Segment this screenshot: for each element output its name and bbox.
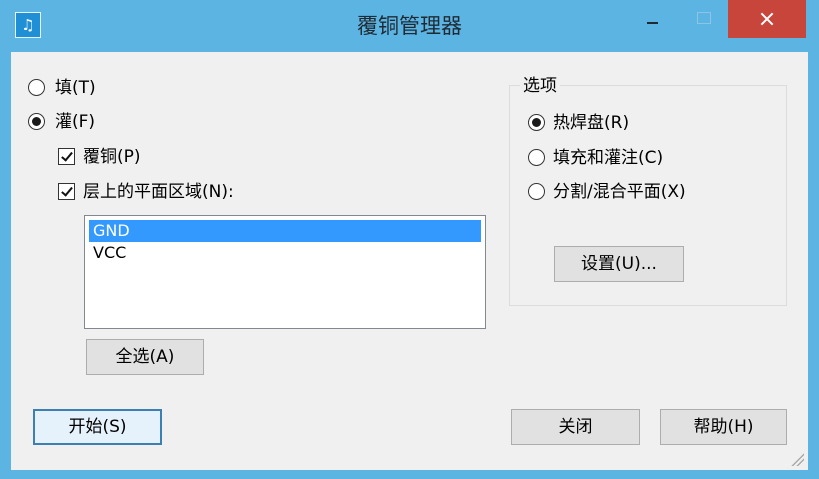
net-list[interactable]: GND VCC	[84, 215, 486, 329]
net-list-item-gnd[interactable]: GND	[89, 220, 481, 242]
split-mixed-plane-radio-label: 分割/混合平面(X)	[553, 182, 686, 202]
flood-radio[interactable]	[28, 113, 45, 130]
title-bar: ♫ 覆铜管理器	[0, 0, 819, 52]
close-button[interactable]: 关闭	[511, 409, 640, 445]
thermal-pad-radio-label: 热焊盘(R)	[553, 113, 630, 133]
flood-radio-label: 灌(F)	[55, 112, 96, 132]
thermal-pad-radio[interactable]	[528, 114, 545, 131]
fill-radio[interactable]	[28, 79, 45, 96]
minimize-icon[interactable]	[628, 0, 676, 38]
options-group-title: 选项	[520, 76, 560, 96]
setup-button[interactable]: 设置(U)...	[554, 246, 684, 282]
plane-area-checkbox[interactable]	[58, 183, 75, 200]
close-icon[interactable]	[728, 0, 806, 38]
select-all-button[interactable]: 全选(A)	[86, 339, 204, 375]
dialog-body: 填(T) 灌(F) 覆铜(P) 层上的平面区域(N): GND VCC 全选(A…	[11, 52, 808, 470]
help-button[interactable]: 帮助(H)	[660, 409, 787, 445]
fill-radio-label: 填(T)	[55, 78, 96, 98]
fill-and-flood-radio[interactable]	[528, 149, 545, 166]
net-list-item-vcc[interactable]: VCC	[89, 242, 481, 264]
maximize-icon[interactable]	[680, 0, 728, 38]
plane-area-checkbox-label: 层上的平面区域(N):	[83, 182, 234, 202]
split-mixed-plane-radio[interactable]	[528, 183, 545, 200]
copper-checkbox[interactable]	[58, 148, 75, 165]
resize-grip-icon[interactable]	[790, 452, 804, 466]
start-button[interactable]: 开始(S)	[33, 409, 162, 445]
copper-checkbox-label: 覆铜(P)	[83, 147, 141, 167]
fill-and-flood-radio-label: 填充和灌注(C)	[553, 148, 664, 168]
